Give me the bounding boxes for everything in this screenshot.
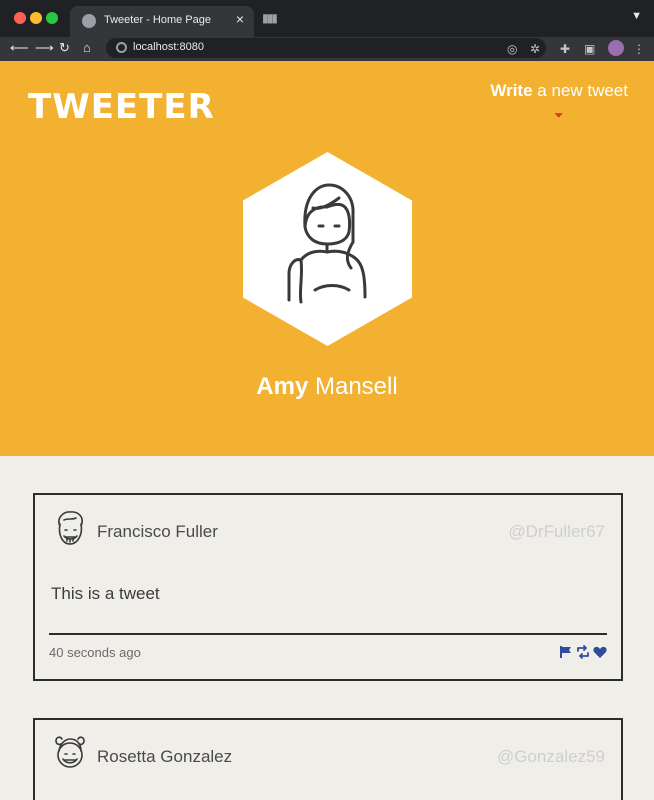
browser-titlebar: Tweeter - Home Page × ▮▮▮ ▼ bbox=[0, 0, 654, 37]
profile-avatar-hexagon bbox=[243, 152, 412, 346]
home-icon[interactable]: ⌂ bbox=[83, 40, 91, 56]
tweet-card: Rosetta Gonzalez @Gonzalez59 bbox=[33, 718, 623, 800]
flag-icon[interactable] bbox=[559, 645, 573, 659]
more-menu-icon[interactable]: ⋮ bbox=[633, 41, 645, 57]
forward-icon[interactable]: ⟶ bbox=[35, 40, 54, 56]
user-avatar-icon bbox=[55, 736, 85, 768]
compose-link-text: a new tweet bbox=[532, 81, 628, 100]
profile-first-name: Amy bbox=[256, 373, 309, 400]
reload-icon[interactable]: ↻ bbox=[59, 40, 70, 56]
tweet-actions bbox=[559, 645, 607, 659]
tweet-divider bbox=[49, 633, 607, 635]
profile-header: TWEETER Write a new tweet ⏷ Amy Mansell bbox=[0, 61, 654, 456]
gear-icon[interactable]: ✲ bbox=[530, 41, 540, 57]
page: TWEETER Write a new tweet ⏷ Amy Mansell bbox=[0, 61, 654, 800]
minimize-window-button[interactable] bbox=[30, 12, 42, 24]
tab-title: Tweeter - Home Page bbox=[104, 14, 211, 26]
profile-last-name: Mansell bbox=[308, 373, 398, 400]
puzzle-icon[interactable]: ✚ bbox=[560, 41, 570, 57]
address-bar[interactable]: localhost:8080 bbox=[106, 38, 546, 58]
tweet-author-name: Francisco Fuller bbox=[97, 522, 218, 541]
url-text: localhost:8080 bbox=[133, 41, 204, 53]
compose-link-bold: Write bbox=[490, 81, 533, 100]
brand-logo: TWEETER bbox=[28, 87, 215, 127]
tweet-author-name: Rosetta Gonzalez bbox=[97, 747, 233, 766]
retweet-icon[interactable] bbox=[576, 645, 590, 659]
tweet-timestamp: 40 seconds ago bbox=[49, 645, 141, 660]
globe-icon bbox=[82, 14, 96, 28]
close-window-button[interactable] bbox=[14, 12, 26, 24]
double-chevron-down-icon[interactable]: ⏷ bbox=[554, 108, 564, 123]
chevron-down-icon[interactable]: ▼ bbox=[631, 10, 642, 22]
tab-close-icon[interactable]: × bbox=[236, 12, 244, 26]
tweet-text: This is a tweet bbox=[51, 584, 160, 603]
user-avatar-icon bbox=[58, 511, 83, 545]
extension-icon[interactable]: ◎ bbox=[507, 41, 517, 57]
profile-avatar[interactable] bbox=[608, 40, 624, 56]
tweet-card: Francisco Fuller @DrFuller67 This is a t… bbox=[33, 493, 623, 681]
back-icon[interactable]: ⟵ bbox=[10, 40, 29, 56]
browser-tab[interactable]: Tweeter - Home Page × bbox=[70, 6, 254, 37]
profile-name: Amy Mansell bbox=[0, 373, 654, 401]
maximize-window-button[interactable] bbox=[46, 12, 58, 24]
audio-indicator-icon[interactable]: ▮▮▮ bbox=[262, 11, 278, 25]
tweet-author-handle: @Gonzalez59 bbox=[497, 747, 605, 766]
heart-icon[interactable] bbox=[593, 645, 607, 659]
compose-tweet-link[interactable]: Write a new tweet bbox=[490, 81, 628, 101]
browser-toolbar: ⟵ ⟶ ↻ ⌂ localhost:8080 ◎ ✲ ✚ ▣ ⋮ bbox=[0, 37, 654, 61]
sidebar-icon[interactable]: ▣ bbox=[584, 41, 595, 57]
site-info-icon[interactable] bbox=[116, 42, 127, 53]
tweet-author-handle: @DrFuller67 bbox=[508, 522, 605, 541]
